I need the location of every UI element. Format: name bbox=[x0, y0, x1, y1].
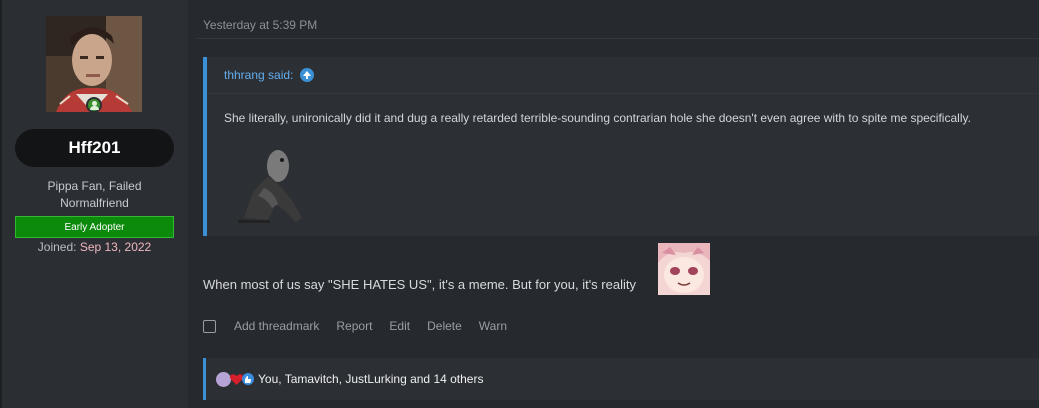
reaction-icons bbox=[216, 371, 254, 387]
warn-link[interactable]: Warn bbox=[479, 319, 507, 333]
online-status-icon bbox=[86, 97, 102, 113]
report-link[interactable]: Report bbox=[336, 319, 372, 333]
quote-block: thhrang said: She literally, unironicall… bbox=[203, 57, 1039, 236]
joined-info: Joined: Sep 13, 2022 bbox=[15, 240, 174, 254]
reactions-bar[interactable]: You, Tamavitch, JustLurking and 14 other… bbox=[203, 358, 1039, 400]
quote-image[interactable] bbox=[234, 148, 304, 223]
quote-text: She literally, unironically did it and d… bbox=[224, 111, 971, 125]
post-actions: Add threadmark Report Edit Delete Warn bbox=[203, 319, 524, 333]
user-banner: Early Adopter bbox=[15, 216, 174, 238]
quote-author-label[interactable]: thhrang said: bbox=[224, 68, 293, 82]
post-timestamp[interactable]: Yesterday at 5:39 PM bbox=[203, 18, 317, 32]
edit-link[interactable]: Edit bbox=[389, 319, 410, 333]
sidebar-edge bbox=[0, 0, 2, 408]
header-divider bbox=[197, 38, 1039, 39]
user-sidebar: Hff201 Pippa Fan, Failed Normalfriend Ea… bbox=[0, 0, 188, 408]
post-body-text: When most of us say "SHE HATES US", it's… bbox=[203, 277, 636, 292]
reactions-text[interactable]: You, Tamavitch, JustLurking and 14 other… bbox=[258, 372, 483, 386]
quote-author[interactable]: thhrang said: bbox=[224, 68, 315, 82]
delete-link[interactable]: Delete bbox=[427, 319, 462, 333]
arrow-up-circle-icon[interactable] bbox=[300, 68, 315, 82]
select-checkbox[interactable] bbox=[203, 319, 216, 333]
user-title: Pippa Fan, Failed Normalfriend bbox=[47, 179, 142, 210]
quote-divider bbox=[207, 93, 1039, 94]
username[interactable]: Hff201 bbox=[15, 129, 174, 167]
joined-date: Sep 13, 2022 bbox=[79, 240, 152, 254]
anime-girl-emote bbox=[658, 243, 710, 295]
add-threadmark-link[interactable]: Add threadmark bbox=[234, 319, 319, 333]
like-icon bbox=[242, 373, 254, 385]
joined-label: Joined: bbox=[37, 240, 77, 254]
